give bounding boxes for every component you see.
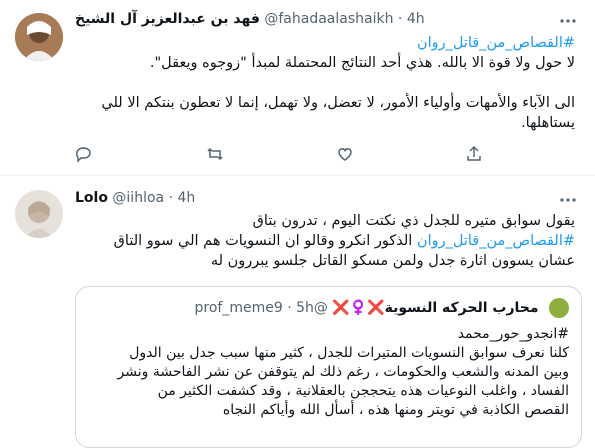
reply-icon[interactable] [73,144,93,164]
more-horizontal-icon[interactable] [558,12,578,28]
separator-dot: · [397,11,403,27]
tweet-text-line: يقول سوابق متيره للجدل ذي نكتت اليوم ، ت… [252,213,575,229]
tweet-text-line: الى الآباء والأمهات وأولياء الأمور، لا ت… [101,95,575,111]
quoted-tweet[interactable]: محارب الحركه النسوية❌♀️❌ @prof_meme9 · 5… [75,286,582,448]
retweet-icon[interactable] [205,144,225,164]
avatar [549,298,569,318]
avatar[interactable] [15,13,63,61]
user-handle[interactable]: @iihloa [112,190,164,206]
quoted-text-line: القصص الكاذبة في تويتر ومنها هذه ، أسأل … [222,402,569,418]
share-icon[interactable] [464,144,484,164]
quoted-text-line: وبين المدنه والشعب والحكومات ، رغم ذلك ل… [117,364,569,380]
hashtag-link[interactable]: #القصاص_من_قاتل_روان [75,33,575,53]
hashtag-link[interactable]: #القصاص_من_قاتل_روان [417,233,575,249]
display-name[interactable]: فهد بن عبدالعزيز آل الشيخ [75,11,260,27]
separator-dot: · [287,300,292,316]
tweet-header: فهد بن عبدالعزيز آل الشيخ @fahadaalashai… [75,11,425,27]
quoted-tweet-text: #انجدو_حور_محمد كلنا نعرف سوابق النسويات… [90,325,569,420]
tweet-1[interactable]: فهد بن عبدالعزيز آل الشيخ @fahadaalashai… [0,0,595,176]
tweet-text-line: عشان يسوون اثارة جدل ولمن مسكو القاتل جل… [210,253,575,269]
user-handle[interactable]: @fahadaalashaikh [264,11,393,27]
tweet-timestamp[interactable]: 4h [177,190,195,206]
tweet-header: Lolo @iihloa · 4h [75,190,195,206]
tweet-text-line: لا حول ولا قوة الا بالله. هذي أحد النتائ… [149,55,575,71]
quoted-text-line: الفساد ، واغلب النوعيات هذه يتحججن بالعق… [157,383,569,399]
more-horizontal-icon[interactable] [558,191,578,207]
tweet-text-fragment: الذكور انكرو وقالو ان النسويات هم الي سو… [113,233,417,249]
quoted-hashtag: #انجدو_حور_محمد [457,326,569,342]
tweet-text: يقول سوابق متيره للجدل ذي نكتت اليوم ، ت… [75,211,575,271]
tweet-text-line-with-hashtag: #القصاص_من_قاتل_روان الذكور انكرو وقالو … [75,231,575,251]
tweet-actions [0,144,595,164]
avatar[interactable] [15,190,63,238]
display-name[interactable]: Lolo [75,190,108,206]
quoted-text-line: كلنا نعرف سوابق النسويات المتيرات للجدل … [129,345,569,361]
quoted-timestamp: 5h [296,300,314,316]
heart-icon[interactable] [335,144,355,164]
separator-dot: · [168,190,174,206]
tweet-text: #القصاص_من_قاتل_روان لا حول ولا قوة الا … [75,33,575,133]
tweet-text-line: يستاهلها. [521,115,575,131]
quoted-display-name: محارب الحركه النسوية❌♀️❌ [332,300,539,316]
quoted-tweet-header: محارب الحركه النسوية❌♀️❌ @prof_meme9 · 5… [90,298,569,318]
tweet-timestamp[interactable]: 4h [407,11,425,27]
